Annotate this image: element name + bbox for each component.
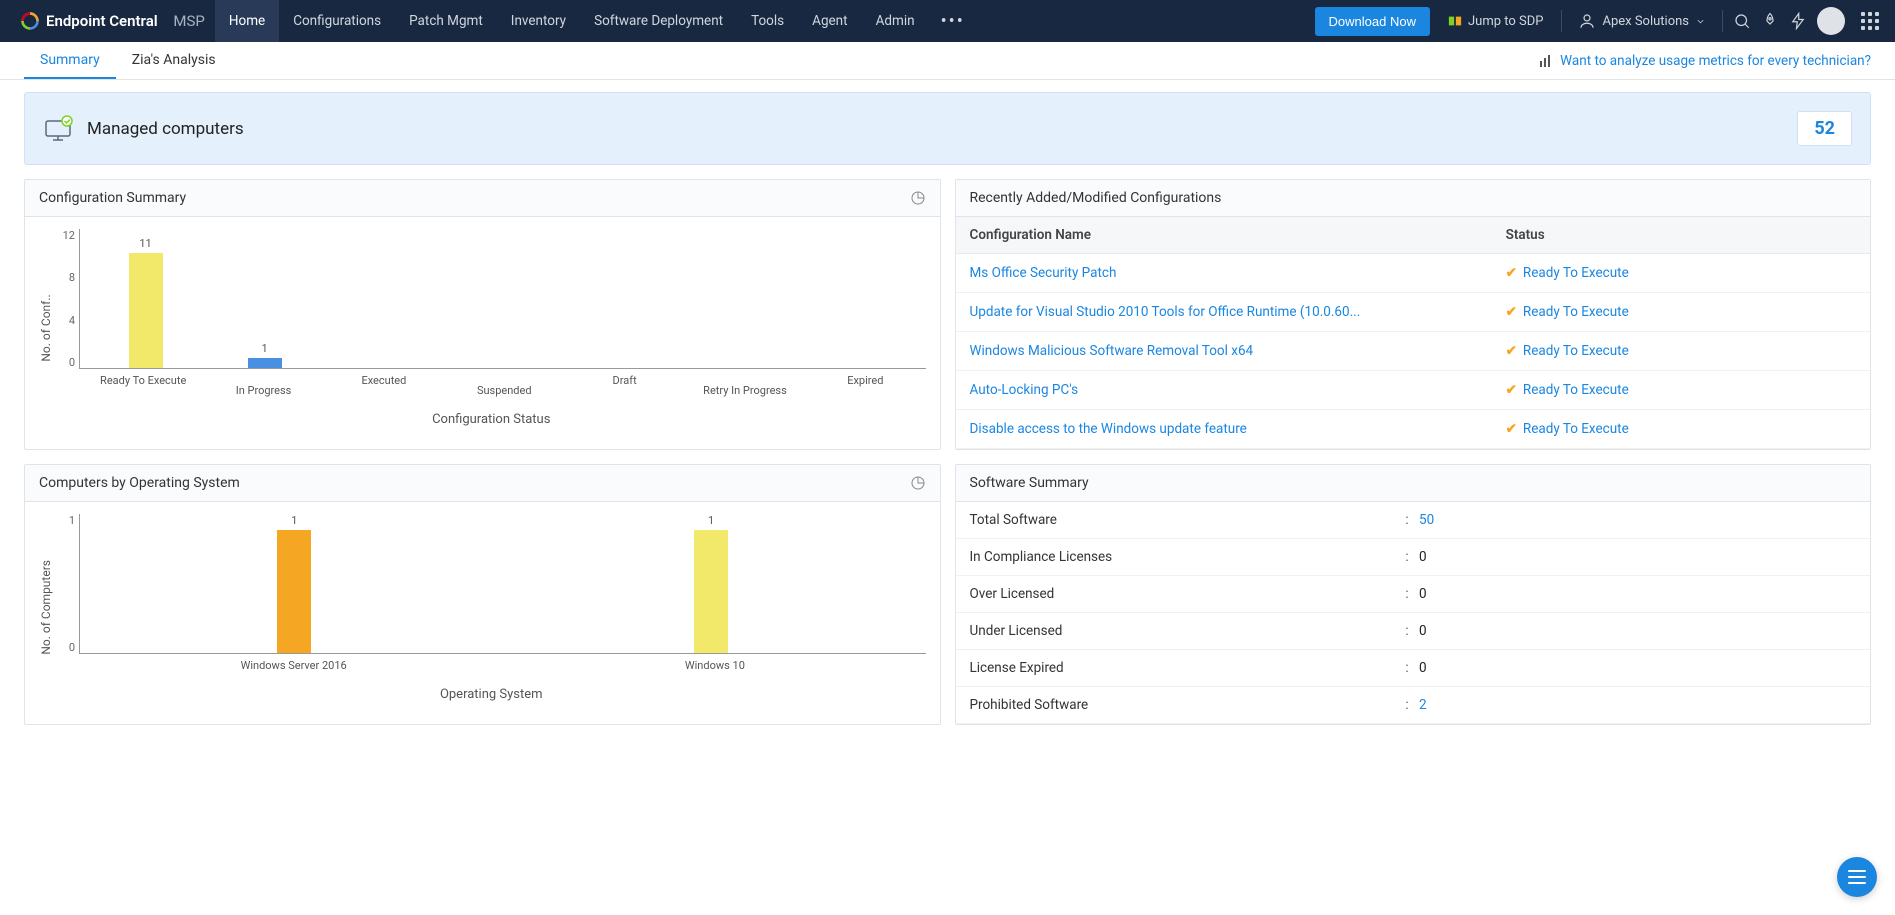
nav-inventory[interactable]: Inventory — [497, 0, 580, 42]
sdp-icon — [1448, 14, 1462, 28]
analyze-hint[interactable]: Want to analyze usage metrics for every … — [1538, 53, 1871, 69]
brand-suffix: MSP — [173, 12, 204, 30]
summary-row: License Expired:0 — [956, 650, 1871, 687]
divider — [1561, 10, 1562, 32]
nav-links: HomeConfigurationsPatch MgmtInventorySof… — [215, 0, 977, 42]
nav-admin[interactable]: Admin — [862, 0, 929, 42]
config-link[interactable]: Auto-Locking PC's — [970, 382, 1079, 398]
nav-tools[interactable]: Tools — [737, 0, 798, 42]
col-header-status: Status — [1492, 217, 1870, 253]
config-link[interactable]: Update for Visual Studio 2010 Tools for … — [970, 304, 1361, 320]
table-row: Update for Visual Studio 2010 Tools for … — [956, 293, 1871, 332]
bar-ready-to-execute[interactable]: 11 — [86, 229, 205, 368]
nav-patch-mgmt[interactable]: Patch Mgmt — [395, 0, 497, 42]
sub-tabs: SummaryZia's Analysis Want to analyze us… — [0, 42, 1895, 80]
chevron-down-icon — [1695, 16, 1706, 27]
nav-configurations[interactable]: Configurations — [279, 0, 395, 42]
summary-row: Prohibited Software:2 — [956, 687, 1871, 724]
panel-title: Configuration Summary — [39, 190, 186, 206]
panel-title: Software Summary — [970, 475, 1089, 491]
table-row: Windows Malicious Software Removal Tool … — [956, 332, 1871, 371]
check-icon: ✔ — [1506, 343, 1517, 359]
status-cell: ✔Ready To Execute — [1492, 410, 1870, 448]
check-icon: ✔ — [1506, 421, 1517, 437]
summary-row: Total Software:50 — [956, 502, 1871, 539]
col-header-name: Configuration Name — [956, 217, 1492, 253]
hero-count[interactable]: 52 — [1797, 111, 1852, 146]
os-chart: No. of Computers 10 11 Windows Server 20… — [39, 514, 926, 702]
bar-suspended[interactable] — [443, 229, 562, 368]
software-summary-panel: Software Summary Total Software:50In Com… — [955, 464, 1872, 725]
status-cell: ✔Ready To Execute — [1492, 293, 1870, 331]
bar-executed[interactable] — [324, 229, 443, 368]
bar-windows-10[interactable]: 1 — [503, 514, 920, 653]
user-icon — [1578, 12, 1596, 30]
os-panel: Computers by Operating System No. of Com… — [24, 464, 941, 725]
pie-icon[interactable] — [910, 475, 926, 491]
config-summary-panel: Configuration Summary No. of Conf.. 1284… — [24, 179, 941, 450]
check-icon: ✔ — [1506, 304, 1517, 320]
panel-title: Computers by Operating System — [39, 475, 240, 491]
check-icon: ✔ — [1506, 265, 1517, 281]
nav-agent[interactable]: Agent — [798, 0, 861, 42]
bar-expired[interactable] — [800, 229, 919, 368]
brand-logo[interactable]: Endpoint Central MSP — [10, 11, 215, 31]
bolt-icon[interactable] — [1789, 12, 1807, 30]
avatar[interactable] — [1817, 7, 1845, 35]
recent-configs-panel: Recently Added/Modified Configurations C… — [955, 179, 1872, 450]
status-cell: ✔Ready To Execute — [1492, 371, 1870, 409]
table-row: Disable access to the Windows update fea… — [956, 410, 1871, 449]
panel-title: Recently Added/Modified Configurations — [970, 190, 1222, 206]
summary-value: 0 — [1419, 660, 1856, 676]
summary-row: Under Licensed:0 — [956, 613, 1871, 650]
bar-retry-in-progress[interactable] — [681, 229, 800, 368]
org-selector[interactable]: Apex Solutions — [1572, 12, 1712, 30]
fab-menu[interactable] — [1837, 857, 1877, 897]
pie-icon[interactable] — [910, 190, 926, 206]
tab-zia-s-analysis[interactable]: Zia's Analysis — [116, 42, 232, 79]
hamburger-icon — [1848, 876, 1866, 878]
nav-home[interactable]: Home — [215, 0, 279, 42]
summary-value: 0 — [1419, 586, 1856, 602]
table-row: Ms Office Security Patch ✔Ready To Execut… — [956, 254, 1871, 293]
hero-title: Managed computers — [87, 119, 244, 139]
rocket-icon[interactable] — [1761, 12, 1779, 30]
bar-in-progress[interactable]: 1 — [205, 229, 324, 368]
config-link[interactable]: Disable access to the Windows update fea… — [970, 421, 1247, 437]
check-icon: ✔ — [1506, 382, 1517, 398]
status-cell: ✔Ready To Execute — [1492, 332, 1870, 370]
bar-draft[interactable] — [562, 229, 681, 368]
table-row: Auto-Locking PC's ✔Ready To Execute — [956, 371, 1871, 410]
top-nav: Endpoint Central MSP HomeConfigurationsP… — [0, 0, 1895, 42]
monitor-icon — [43, 115, 75, 143]
config-link[interactable]: Windows Malicious Software Removal Tool … — [970, 343, 1254, 359]
config-link[interactable]: Ms Office Security Patch — [970, 265, 1117, 281]
chart-icon — [1538, 53, 1554, 69]
apps-icon[interactable] — [1855, 12, 1885, 30]
summary-row: Over Licensed:0 — [956, 576, 1871, 613]
nav-software-deployment[interactable]: Software Deployment — [580, 0, 737, 42]
summary-row: In Compliance Licenses:0 — [956, 539, 1871, 576]
bar-windows-server-2016[interactable]: 1 — [86, 514, 503, 653]
jump-to-sdp[interactable]: Jump to SDP — [1440, 14, 1551, 29]
config-chart: No. of Conf.. 12840 111 Ready To Execute… — [39, 229, 926, 427]
nav-more[interactable]: ••• — [929, 11, 977, 32]
summary-value: 0 — [1419, 623, 1856, 639]
summary-value[interactable]: 2 — [1419, 697, 1856, 713]
managed-computers-hero: Managed computers 52 — [24, 92, 1871, 165]
brand-name: Endpoint Central — [46, 12, 158, 30]
tab-summary[interactable]: Summary — [24, 42, 116, 79]
search-icon[interactable] — [1733, 12, 1751, 30]
brand-icon — [20, 11, 40, 31]
status-cell: ✔Ready To Execute — [1492, 254, 1870, 292]
download-button[interactable]: Download Now — [1315, 7, 1430, 36]
summary-value[interactable]: 50 — [1419, 512, 1856, 528]
summary-value: 0 — [1419, 549, 1856, 565]
